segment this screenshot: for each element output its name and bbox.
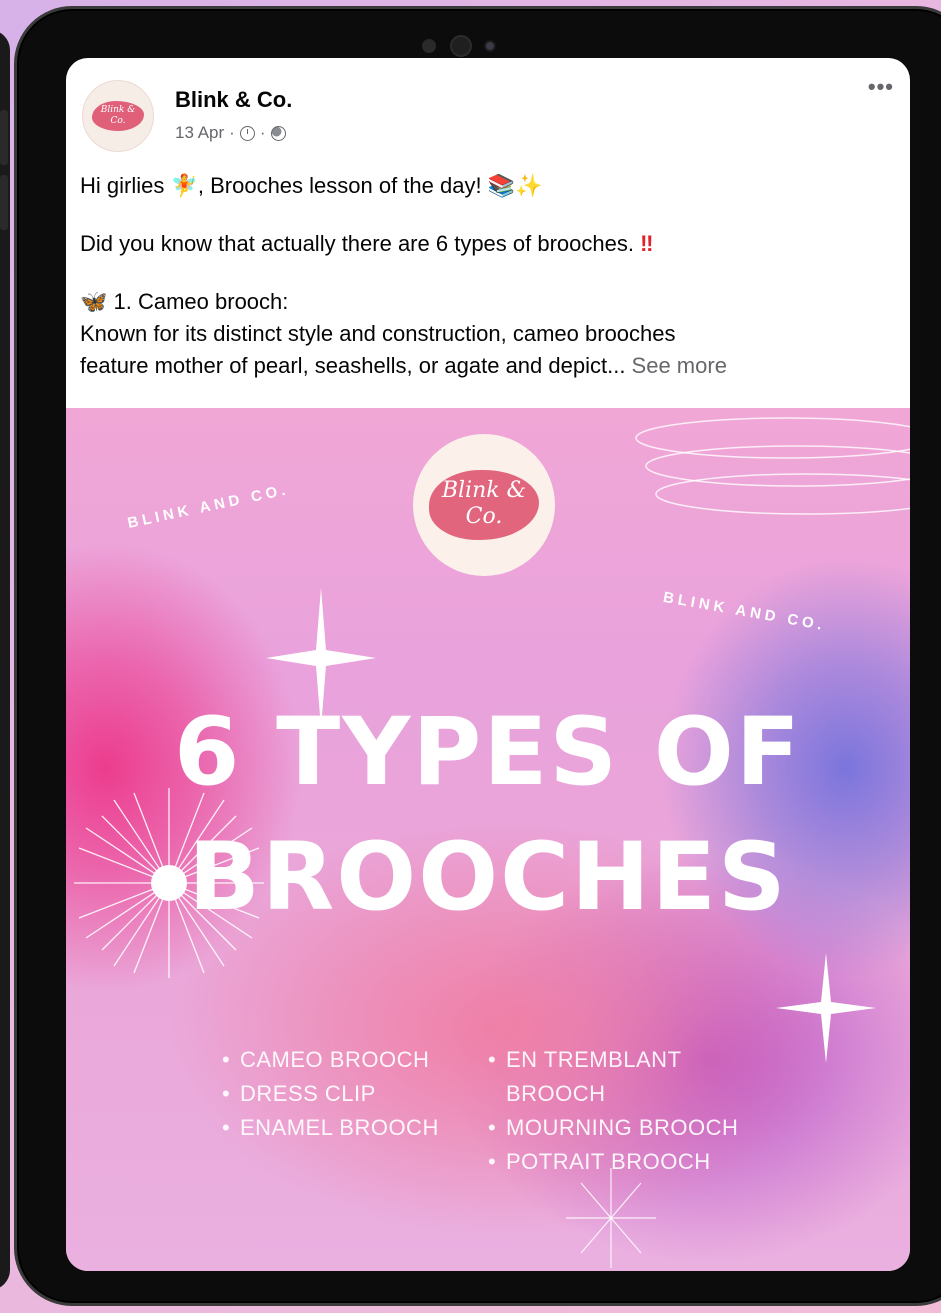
bullet: • — [488, 1047, 497, 1072]
post-text-line: Did you know that actually there are 6 t… — [80, 228, 900, 260]
list-item-text: ENAMEL BROOCH — [240, 1115, 439, 1140]
post-text-line: feature mother of pearl, seashells, or a… — [80, 350, 900, 382]
list-item-text: DRESS CLIP — [240, 1081, 376, 1106]
list-item: • ENAMEL BROOCH — [222, 1111, 439, 1145]
post-text-line: Known for its distinct style and constru… — [80, 321, 676, 346]
page-avatar[interactable]: Blink & Co. — [82, 80, 154, 152]
post-meta: 13 Apr · · — [175, 123, 286, 143]
list-item: • MOURNING BROOCH — [488, 1111, 738, 1145]
bullet: • — [488, 1115, 497, 1140]
list-item-text: CAMEO BROOCH — [240, 1047, 430, 1072]
decorative-rings — [635, 417, 910, 515]
post-image[interactable]: Blink & Co. BLINK AND CO. BLINK AND CO. — [66, 408, 910, 1271]
brand-curved-text: BLINK AND CO. — [126, 481, 291, 532]
star-sparkle-icon — [566, 1168, 656, 1268]
logo-text: Co. — [465, 504, 503, 529]
text-segment: Hi girlies — [80, 173, 171, 198]
camera-icon — [450, 35, 472, 57]
meta-separator: · — [229, 123, 235, 142]
volume-button — [0, 110, 8, 165]
bullet: • — [222, 1081, 231, 1106]
meta-separator: · — [259, 123, 266, 142]
text-segment: 1. Cameo brooch: — [107, 289, 289, 314]
brand-logo-blob: Blink & Co. — [429, 470, 539, 540]
fairy-icon: 🧚 — [170, 173, 198, 198]
flash-icon — [486, 42, 494, 50]
text-segment: , Brooches lesson of the day! — [197, 173, 488, 198]
post-text-line: Hi girlies 🧚, Brooches lesson of the day… — [80, 170, 900, 202]
brooch-list-left: • CAMEO BROOCH • DRESS CLIP • ENAMEL BROOCH — [222, 1043, 439, 1145]
list-item: • POTRAIT BROOCH — [488, 1145, 738, 1179]
list-item-text: EN TREMBLANT — [506, 1047, 682, 1072]
list-item-text: POTRAIT BROOCH — [506, 1149, 711, 1174]
double-exclamation-icon: ‼ — [640, 231, 654, 256]
see-more-link[interactable]: See more — [625, 353, 727, 378]
sparkles-icon: ✨ — [515, 173, 543, 198]
volume-button — [0, 175, 8, 230]
bullet: • — [222, 1115, 231, 1140]
bullet: • — [488, 1149, 497, 1174]
post-body: Hi girlies 🧚, Brooches lesson of the day… — [80, 170, 900, 382]
books-icon: 📚 — [487, 173, 516, 198]
list-item: BROOCH — [488, 1077, 738, 1111]
post-header: Blink & Co. Blink & Co. 13 Apr · · ••• — [66, 58, 910, 158]
brooch-list-right: • EN TREMBLANT BROOCH • MOURNING BROOCH • P… — [488, 1043, 738, 1179]
text-segment: Did you know that actually there are 6 t… — [80, 231, 641, 256]
logo-text: Blink & — [441, 478, 527, 503]
globe-icon[interactable] — [270, 125, 286, 141]
page-name-link[interactable]: Blink & Co. — [175, 87, 292, 113]
facebook-post-screen: Blink & Co. Blink & Co. 13 Apr · · ••• H… — [66, 58, 910, 1271]
post-date[interactable]: 13 Apr — [175, 123, 224, 143]
post-text-line: 🦋 1. Cameo brooch: — [80, 286, 900, 318]
avatar-logo: Blink & Co. — [92, 101, 144, 131]
butterfly-icon: 🦋 — [80, 289, 108, 314]
brand-curved-text: BLINK AND CO. — [661, 588, 828, 635]
camera-bar — [422, 35, 522, 57]
image-headline: 6 TYPES OF — [174, 698, 802, 807]
image-headline: BROOCHES — [188, 823, 788, 932]
list-item-text: MOURNING BROOCH — [506, 1115, 739, 1140]
list-item: • EN TREMBLANT — [488, 1043, 738, 1077]
brand-logo: Blink & Co. — [413, 434, 555, 576]
list-item: • DRESS CLIP — [222, 1077, 439, 1111]
bullet: • — [222, 1047, 231, 1072]
star-sparkle-icon — [776, 953, 876, 1063]
text-segment: feature mother of pearl, seashells, or a… — [80, 353, 626, 378]
list-item: • CAMEO BROOCH — [222, 1043, 439, 1077]
more-options-icon[interactable]: ••• — [868, 76, 894, 98]
sensor-icon — [422, 39, 436, 53]
list-item-text: BROOCH — [506, 1081, 606, 1106]
clock-icon — [239, 125, 255, 141]
